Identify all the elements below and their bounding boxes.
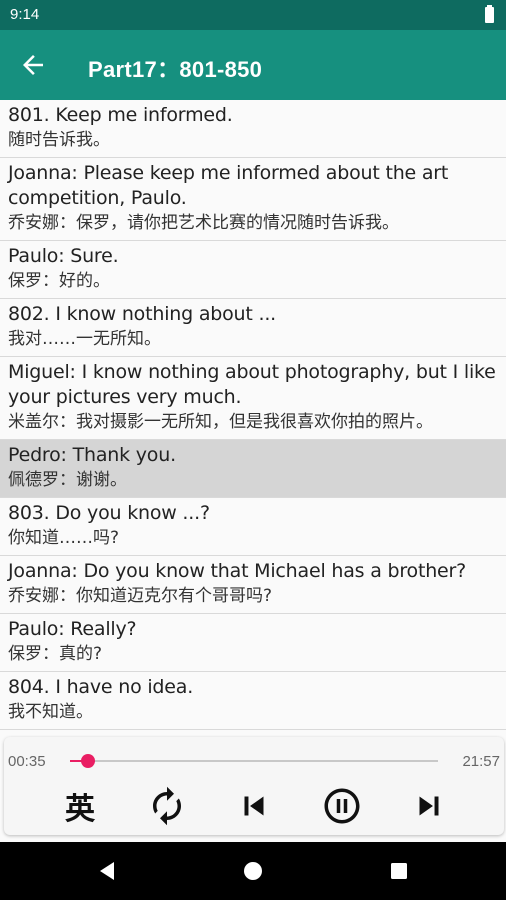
chinese-text: 佩德罗：谢谢。 [8,470,127,490]
system-nav-bar [0,842,506,900]
chinese-text: 随时告诉我。 [8,130,110,150]
next-button[interactable] [406,783,452,829]
chinese-text: 乔安娜：你知道迈克尔有个哥哥吗? [8,586,273,606]
list-item[interactable]: 803. Do you know ...? 你知道……吗? [0,498,506,556]
skip-previous-icon [244,796,264,816]
list-item[interactable]: Paulo: Really? 保罗：真的? [0,614,506,672]
list-item[interactable]: Miguel: I know nothing about photography… [0,357,506,440]
list-item[interactable]: 802. I know nothing about ... 我对……一无所知。 [0,299,506,357]
repeat-button[interactable] [144,783,190,829]
pause-button[interactable] [319,783,365,829]
list-item-current[interactable]: Pedro: Thank you. 佩德罗：谢谢。 [0,440,506,498]
repeat-icon [153,786,181,826]
battery-icon [485,5,494,23]
english-text: 804. I have no idea. [8,676,194,698]
total-time: 21:57 [462,753,500,770]
english-text: 801. Keep me informed. [8,104,233,126]
nav-recents-button[interactable] [384,856,414,886]
audio-player: 00:35 21:57 英 [4,737,504,835]
chinese-text: 保罗：真的? [8,644,103,664]
sentence-list[interactable]: 801. Keep me informed. 随时告诉我。 Joanna: Pl… [0,100,506,730]
page-title: Part17：801-850 [88,57,263,82]
square-recents-icon [391,863,407,879]
previous-button[interactable] [231,783,277,829]
chinese-text: 你知道……吗? [8,528,120,548]
english-text: Joanna: Please keep me informed about th… [8,162,449,209]
nav-back-button[interactable] [92,856,122,886]
list-item[interactable]: 801. Keep me informed. 随时告诉我。 [0,100,506,158]
english-text: Paulo: Sure. [8,245,119,267]
english-text: 802. I know nothing about ... [8,303,276,325]
app-bar: Part17：801-850 [0,30,506,100]
arrow-back-icon [23,55,43,75]
english-text: Pedro: Thank you. [8,444,176,466]
list-item[interactable]: Paulo: Sure. 保罗：好的。 [0,241,506,299]
chinese-text: 米盖尔：我对摄影一无所知，但是我很喜欢你拍的照片。 [8,412,433,432]
list-item[interactable]: 804. I have no idea. 我不知道。 [0,672,506,730]
chinese-text: 乔安娜：保罗，请你把艺术比赛的情况随时告诉我。 [8,213,399,233]
back-button[interactable] [18,50,48,80]
english-text: 803. Do you know ...? [8,502,210,524]
chinese-text: 保罗：好的。 [8,271,110,291]
seek-bar[interactable] [70,754,438,768]
seek-thumb[interactable] [81,754,96,768]
chinese-text: 我不知道。 [8,702,93,722]
status-time: 9:14 [10,6,40,23]
playback-controls: 英 [4,783,504,829]
triangle-back-icon [100,862,114,880]
pause-circle-icon [324,788,360,824]
english-text: Paulo: Really? [8,618,137,640]
language-toggle-button[interactable]: 英 [57,783,103,829]
list-item[interactable]: Joanna: Do you know that Michael has a b… [0,556,506,614]
chinese-text: 我对……一无所知。 [8,329,161,349]
circle-home-icon [244,862,262,880]
current-time: 00:35 [8,753,46,770]
english-text: Miguel: I know nothing about photography… [8,361,496,408]
skip-next-icon [419,796,439,816]
nav-home-button[interactable] [238,856,268,886]
list-item[interactable]: Joanna: Please keep me informed about th… [0,158,506,241]
status-bar: 9:14 [0,0,506,30]
english-text: Joanna: Do you know that Michael has a b… [8,560,467,582]
